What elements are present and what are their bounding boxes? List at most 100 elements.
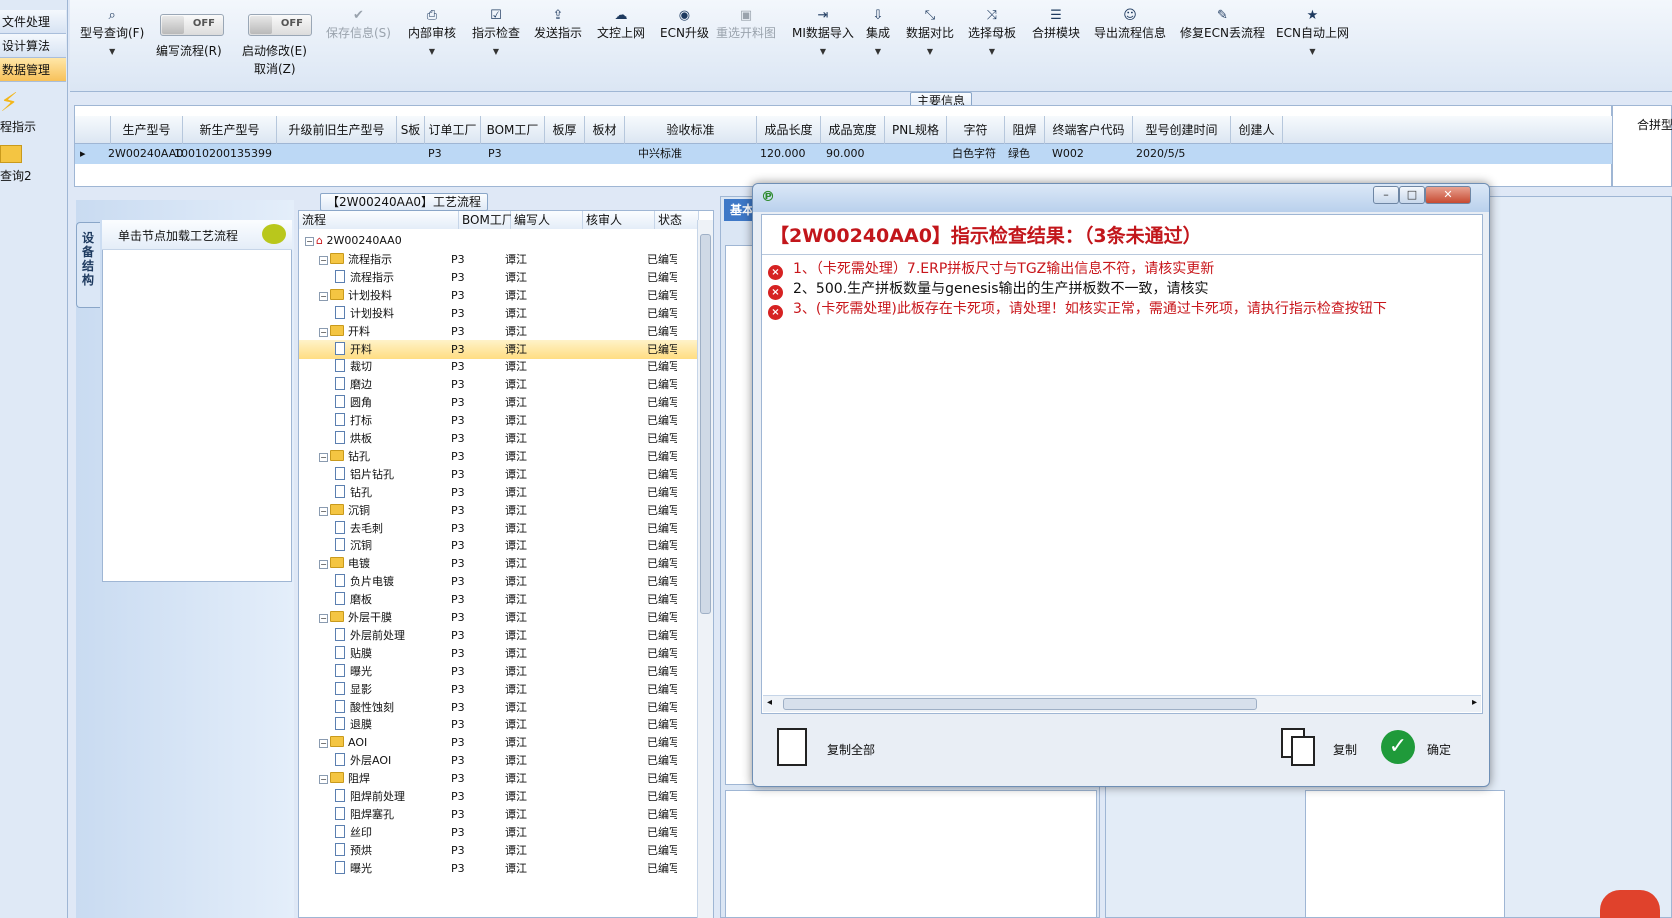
- col-header[interactable]: S板: [397, 116, 425, 144]
- collapse-icon[interactable]: −: [319, 614, 328, 623]
- tree-step-row[interactable]: 酸性蚀刻 P3 谭江 已编写: [299, 698, 699, 717]
- tree-step-row[interactable]: 曝光 P3 谭江 已编写: [299, 859, 699, 878]
- send-instruction-button[interactable]: ⇪ 发送指示: [534, 8, 582, 41]
- tree-col-header[interactable]: 状态: [655, 211, 699, 229]
- table-cell[interactable]: 10010200135399: [171, 144, 277, 164]
- tree-node[interactable]: 曝光: [335, 859, 372, 878]
- table-cell[interactable]: 中兴标准: [635, 144, 755, 164]
- tree-node[interactable]: − 流程指示: [319, 250, 392, 269]
- tree-step-row[interactable]: 开料 P3 谭江 已编写: [299, 339, 699, 359]
- tree-step-row[interactable]: 负片电镀 P3 谭江 已编写: [299, 572, 699, 591]
- tree-node[interactable]: 烘板: [335, 429, 372, 448]
- col-header[interactable]: 成品宽度: [821, 116, 885, 144]
- tree-node[interactable]: 预烘: [335, 841, 372, 860]
- edit-process-toggle[interactable]: OFF: [160, 14, 224, 36]
- panel-combine-button[interactable]: ☰ 合拼模块: [1032, 8, 1080, 41]
- tree-step-row[interactable]: 钻孔 P3 谭江 已编写: [299, 483, 699, 502]
- tree-step-row[interactable]: 阻焊塞孔 P3 谭江 已编写: [299, 805, 699, 824]
- tree-node[interactable]: 显影: [335, 680, 372, 699]
- collapse-icon[interactable]: −: [305, 237, 314, 246]
- tree-group-row[interactable]: − 外层干膜 P3 谭江 已编写: [299, 608, 699, 627]
- table-row[interactable]: ▸ 2W00240AA0 10010200135399 P3 P3 中兴标准 1…: [75, 144, 1615, 164]
- nav-process-instruction[interactable]: ⚡ 程指示: [0, 88, 66, 135]
- tree-node[interactable]: − 钻孔: [319, 447, 370, 466]
- select-motherboard-button[interactable]: ⤨ 选择母板 ▼: [968, 8, 1016, 56]
- tree-node[interactable]: 丝印: [335, 823, 372, 842]
- tree-node[interactable]: 阻焊塞孔: [335, 805, 394, 824]
- scrollbar-thumb[interactable]: [783, 698, 1257, 710]
- tree-step-row[interactable]: 铝片钻孔 P3 谭江 已编写: [299, 465, 699, 484]
- model-query-button[interactable]: ⌕ 型号查询(F) ▼: [80, 8, 144, 56]
- tree-group-row[interactable]: − AOI P3 谭江 已编写: [299, 733, 699, 752]
- table-cell[interactable]: 2020/5/5: [1133, 144, 1231, 164]
- table-cell[interactable]: 白色字符: [949, 144, 1007, 164]
- tree-step-row[interactable]: 退膜 P3 谭江 已编写: [299, 715, 699, 734]
- tree-step-row[interactable]: 磨板 P3 谭江 已编写: [299, 590, 699, 609]
- tree-group-row[interactable]: − 钻孔 P3 谭江 已编写: [299, 447, 699, 466]
- reselect-cutting-button[interactable]: ▣ 重选开料图: [716, 8, 776, 41]
- ecn-auto-online-button[interactable]: ★ ECN自动上网 ▼: [1276, 8, 1349, 56]
- col-header[interactable]: 板厚: [545, 116, 585, 144]
- data-compare-button[interactable]: ⤡ 数据对比 ▼: [906, 8, 954, 56]
- dropdown-arrow-icon[interactable]: ▼: [80, 47, 144, 56]
- internal-review-button[interactable]: ⎙ 内部审核 ▼: [408, 8, 456, 56]
- tree-node[interactable]: 磨边: [335, 375, 372, 394]
- tree-node[interactable]: 打标: [335, 411, 372, 430]
- maximize-button[interactable]: □: [1399, 186, 1425, 204]
- tree-node[interactable]: 钻孔: [335, 483, 372, 502]
- col-header[interactable]: 成品长度: [757, 116, 821, 144]
- col-header[interactable]: 生产型号: [111, 116, 183, 144]
- dropdown-arrow-icon[interactable]: ▼: [472, 47, 520, 56]
- tree-node[interactable]: 流程指示: [335, 268, 394, 287]
- nav-item-data-management[interactable]: 数据管理: [0, 58, 66, 82]
- tree-step-row[interactable]: 流程指示 P3 谭江 已编写: [299, 268, 699, 287]
- tree-node[interactable]: − AOI: [319, 733, 367, 752]
- tree-step-row[interactable]: 沉铜 P3 谭江 已编写: [299, 536, 699, 555]
- col-header[interactable]: 型号创建时间: [1133, 116, 1231, 144]
- tree-node[interactable]: − 计划投料: [319, 286, 392, 305]
- scroll-left-icon[interactable]: ◂: [767, 697, 772, 708]
- message-row[interactable]: × 2、500.生产拼板数量与genesis输出的生产拼板数不一致，请核实: [768, 279, 1209, 300]
- table-cell[interactable]: P3: [485, 144, 545, 164]
- table-cell[interactable]: 90.000: [823, 144, 885, 164]
- tree-node[interactable]: − 电镀: [319, 554, 370, 573]
- tree-group-row[interactable]: − 流程指示 P3 谭江 已编写: [299, 250, 699, 269]
- tree-root-row[interactable]: − ⌂ 2W00240AA0: [299, 231, 699, 250]
- export-process-button[interactable]: ☺ 导出流程信息: [1094, 8, 1166, 41]
- tree-node[interactable]: 圆角: [335, 393, 372, 412]
- close-button[interactable]: ✕: [1425, 186, 1471, 204]
- collapse-icon[interactable]: −: [319, 560, 328, 570]
- tree-node[interactable]: 铝片钻孔: [335, 465, 394, 484]
- tree-vertical-scrollbar[interactable]: [697, 220, 713, 918]
- collapse-icon[interactable]: −: [319, 291, 328, 301]
- tree-node[interactable]: 负片电镀: [335, 572, 394, 591]
- message-row[interactable]: × 3、(卡死需处理)此板存在卡死项，请处理！如核实正常，需通过卡死项，请执行指示…: [768, 299, 1387, 320]
- nav-query2[interactable]: 查询2: [0, 145, 66, 184]
- tree-col-header[interactable]: 编写人: [511, 211, 583, 229]
- tree-step-row[interactable]: 圆角 P3 谭江 已编写: [299, 393, 699, 412]
- tree-node[interactable]: 曝光: [335, 662, 372, 681]
- tree-step-row[interactable]: 预烘 P3 谭江 已编写: [299, 841, 699, 860]
- col-header[interactable]: 创建人: [1231, 116, 1283, 144]
- tree-col-header[interactable]: BOM工厂: [459, 211, 514, 229]
- col-header[interactable]: 验收标准: [625, 116, 757, 144]
- nav-item-file-processing[interactable]: 文件处理: [0, 10, 66, 34]
- tree-step-row[interactable]: 烘板 P3 谭江 已编写: [299, 429, 699, 448]
- tree-node[interactable]: 阻焊前处理: [335, 787, 405, 806]
- tree-group-row[interactable]: − 沉铜 P3 谭江 已编写: [299, 501, 699, 520]
- dropdown-arrow-icon[interactable]: ▼: [866, 47, 890, 56]
- tree-node[interactable]: 外层前处理: [335, 626, 405, 645]
- tree-node[interactable]: 沉铜: [335, 536, 372, 555]
- col-header[interactable]: 订单工厂: [425, 116, 481, 144]
- dialog-titlebar[interactable]: ℗ – □ ✕: [753, 184, 1489, 212]
- dropdown-arrow-icon[interactable]: ▼: [792, 47, 854, 56]
- hint-header[interactable]: 单击节点加载工艺流程: [102, 220, 292, 250]
- table-cell[interactable]: W002: [1049, 144, 1133, 164]
- tree-node[interactable]: − 沉铜: [319, 501, 370, 520]
- minimize-button[interactable]: –: [1373, 186, 1399, 204]
- col-header[interactable]: BOM工厂: [481, 116, 545, 144]
- tree-step-row[interactable]: 去毛刺 P3 谭江 已编写: [299, 519, 699, 538]
- tree-step-row[interactable]: 贴膜 P3 谭江 已编写: [299, 644, 699, 663]
- col-header[interactable]: 字符: [947, 116, 1005, 144]
- tree-node[interactable]: − 外层干膜: [319, 608, 392, 627]
